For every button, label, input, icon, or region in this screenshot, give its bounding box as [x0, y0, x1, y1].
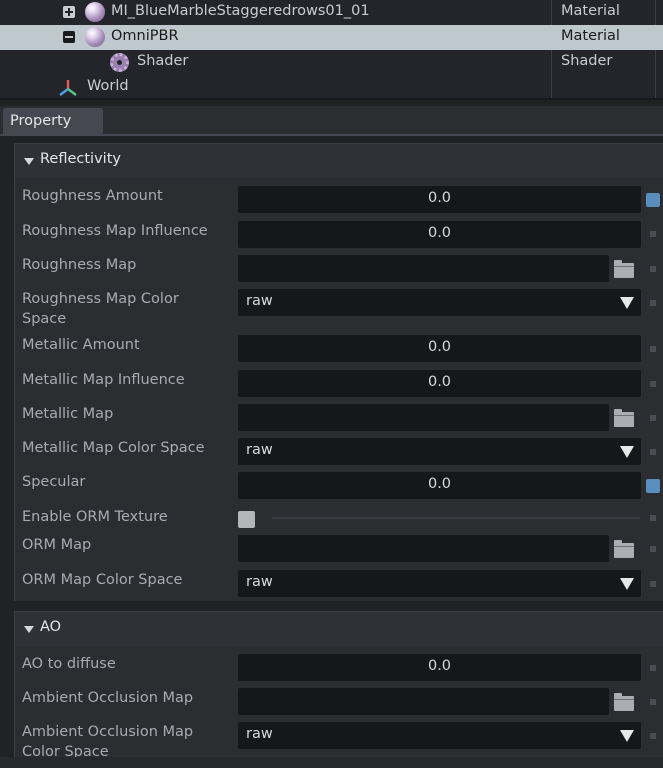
- roughness-map-influence-label: Roughness Map Influence: [22, 223, 208, 239]
- minus-icon[interactable]: [63, 31, 75, 43]
- specular-label: Specular: [22, 474, 86, 490]
- orm-map-label: ORM Map: [22, 537, 92, 553]
- plus-icon[interactable]: [63, 6, 75, 18]
- dropdown-arrow-icon: [620, 446, 634, 458]
- tree-row-world[interactable]: World: [0, 75, 663, 98]
- roughness-map-label: Roughness Map: [22, 257, 137, 273]
- roughness-map-color-space-dropdown[interactable]: raw: [238, 289, 641, 316]
- folder-icon[interactable]: [614, 693, 634, 711]
- ao-to-diffuse-label: AO to diffuse: [22, 656, 116, 672]
- specular-field[interactable]: 0.0: [238, 472, 641, 499]
- ambient-occlusion-map-color-space-dropdown[interactable]: raw: [238, 722, 641, 749]
- tree-row-name: World: [87, 78, 129, 94]
- dropdown-arrow-icon: [620, 730, 634, 742]
- tree-row-mi-bluemarble[interactable]: MI_BlueMarbleStaggeredrows01_01 Material: [0, 0, 663, 25]
- metallic-map-color-space-label: Metallic Map Color Space: [22, 440, 205, 456]
- default-marker[interactable]: [650, 449, 656, 455]
- orm-map-color-space-label: ORM Map Color Space: [22, 572, 183, 588]
- tab-property[interactable]: Property: [3, 108, 103, 138]
- roughness-amount-field[interactable]: 0.0: [238, 186, 641, 213]
- field-value: 0.0: [427, 476, 452, 492]
- dropdown-value: raw: [246, 442, 273, 458]
- material-sphere-icon: [85, 27, 105, 47]
- metallic-map-field[interactable]: [238, 404, 609, 431]
- override-marker[interactable]: [646, 479, 660, 493]
- field-value: 0.0: [427, 658, 452, 674]
- field-value: 0.0: [427, 374, 452, 390]
- dropdown-value: raw: [246, 726, 273, 742]
- group-title: AO: [40, 619, 62, 635]
- enable-orm-texture-checkbox[interactable]: [238, 511, 255, 528]
- metallic-amount-label: Metallic Amount: [22, 337, 140, 353]
- default-marker[interactable]: [650, 381, 656, 387]
- material-sphere-icon: [85, 2, 105, 22]
- divider: [272, 517, 640, 519]
- folder-icon[interactable]: [614, 409, 634, 427]
- tree-row-type: Material: [561, 28, 620, 44]
- default-marker[interactable]: [650, 733, 656, 739]
- ambient-occlusion-map-color-space-label: Ambient Occlusion Map Color Space: [22, 724, 194, 760]
- tree-row-type: Shader: [561, 53, 613, 69]
- ambient-occlusion-map-label: Ambient Occlusion Map: [22, 690, 194, 706]
- dropdown-value: raw: [246, 293, 273, 309]
- roughness-amount-label: Roughness Amount: [22, 188, 163, 204]
- default-marker[interactable]: [650, 581, 656, 587]
- world-axes-icon: [59, 80, 77, 96]
- metallic-amount-field[interactable]: 0.0: [238, 335, 641, 362]
- field-value: 0.0: [427, 190, 452, 206]
- field-value: 0.0: [427, 225, 452, 241]
- tree-row-type: Material: [561, 3, 620, 19]
- default-marker[interactable]: [650, 515, 656, 521]
- roughness-map-color-space-label: Roughness Map Color Space: [22, 291, 179, 327]
- shader-gear-icon: [110, 53, 129, 72]
- ambient-occlusion-map-field[interactable]: [238, 688, 609, 715]
- field-value: 0.0: [427, 339, 452, 355]
- default-marker[interactable]: [650, 415, 656, 421]
- roughness-map-field[interactable]: [238, 255, 609, 282]
- orm-map-field[interactable]: [238, 535, 609, 562]
- folder-icon[interactable]: [614, 260, 634, 278]
- tree-row-name: Shader: [137, 53, 189, 69]
- override-marker[interactable]: [646, 193, 660, 207]
- metallic-map-color-space-dropdown[interactable]: raw: [238, 438, 641, 465]
- default-marker[interactable]: [650, 300, 656, 306]
- enable-orm-texture-label: Enable ORM Texture: [22, 509, 168, 525]
- tree-row-name: MI_BlueMarbleStaggeredrows01_01: [111, 3, 370, 19]
- ao-header[interactable]: AO: [15, 612, 663, 646]
- stage-tree: MI_BlueMarbleStaggeredrows01_01 Material…: [0, 0, 663, 100]
- dropdown-value: raw: [246, 574, 273, 590]
- default-marker[interactable]: [650, 699, 656, 705]
- panel-bottom-edge: [0, 757, 663, 768]
- default-marker[interactable]: [650, 231, 656, 237]
- reflectivity-header[interactable]: Reflectivity: [15, 144, 663, 178]
- default-marker[interactable]: [650, 665, 656, 671]
- orm-map-color-space-dropdown[interactable]: raw: [238, 570, 641, 597]
- default-marker[interactable]: [650, 346, 656, 352]
- group-title: Reflectivity: [40, 151, 121, 167]
- metallic-map-label: Metallic Map: [22, 406, 114, 422]
- dropdown-arrow-icon: [620, 578, 634, 590]
- metallic-map-influence-label: Metallic Map Influence: [22, 372, 185, 388]
- roughness-map-influence-field[interactable]: 0.0: [238, 221, 641, 248]
- tree-row-omnipbr[interactable]: OmniPBR Material: [0, 25, 663, 50]
- dropdown-arrow-icon: [620, 297, 634, 309]
- folder-icon[interactable]: [614, 540, 634, 558]
- default-marker[interactable]: [650, 546, 656, 552]
- tab-bar: Property: [0, 106, 663, 138]
- tree-row-shader[interactable]: Shader Shader: [0, 50, 663, 75]
- tree-row-name: OmniPBR: [111, 28, 179, 44]
- ao-to-diffuse-field[interactable]: 0.0: [238, 654, 641, 681]
- metallic-map-influence-field[interactable]: 0.0: [238, 370, 641, 397]
- collapse-triangle-icon[interactable]: [24, 626, 34, 633]
- collapse-triangle-icon[interactable]: [24, 158, 34, 165]
- default-marker[interactable]: [650, 266, 656, 272]
